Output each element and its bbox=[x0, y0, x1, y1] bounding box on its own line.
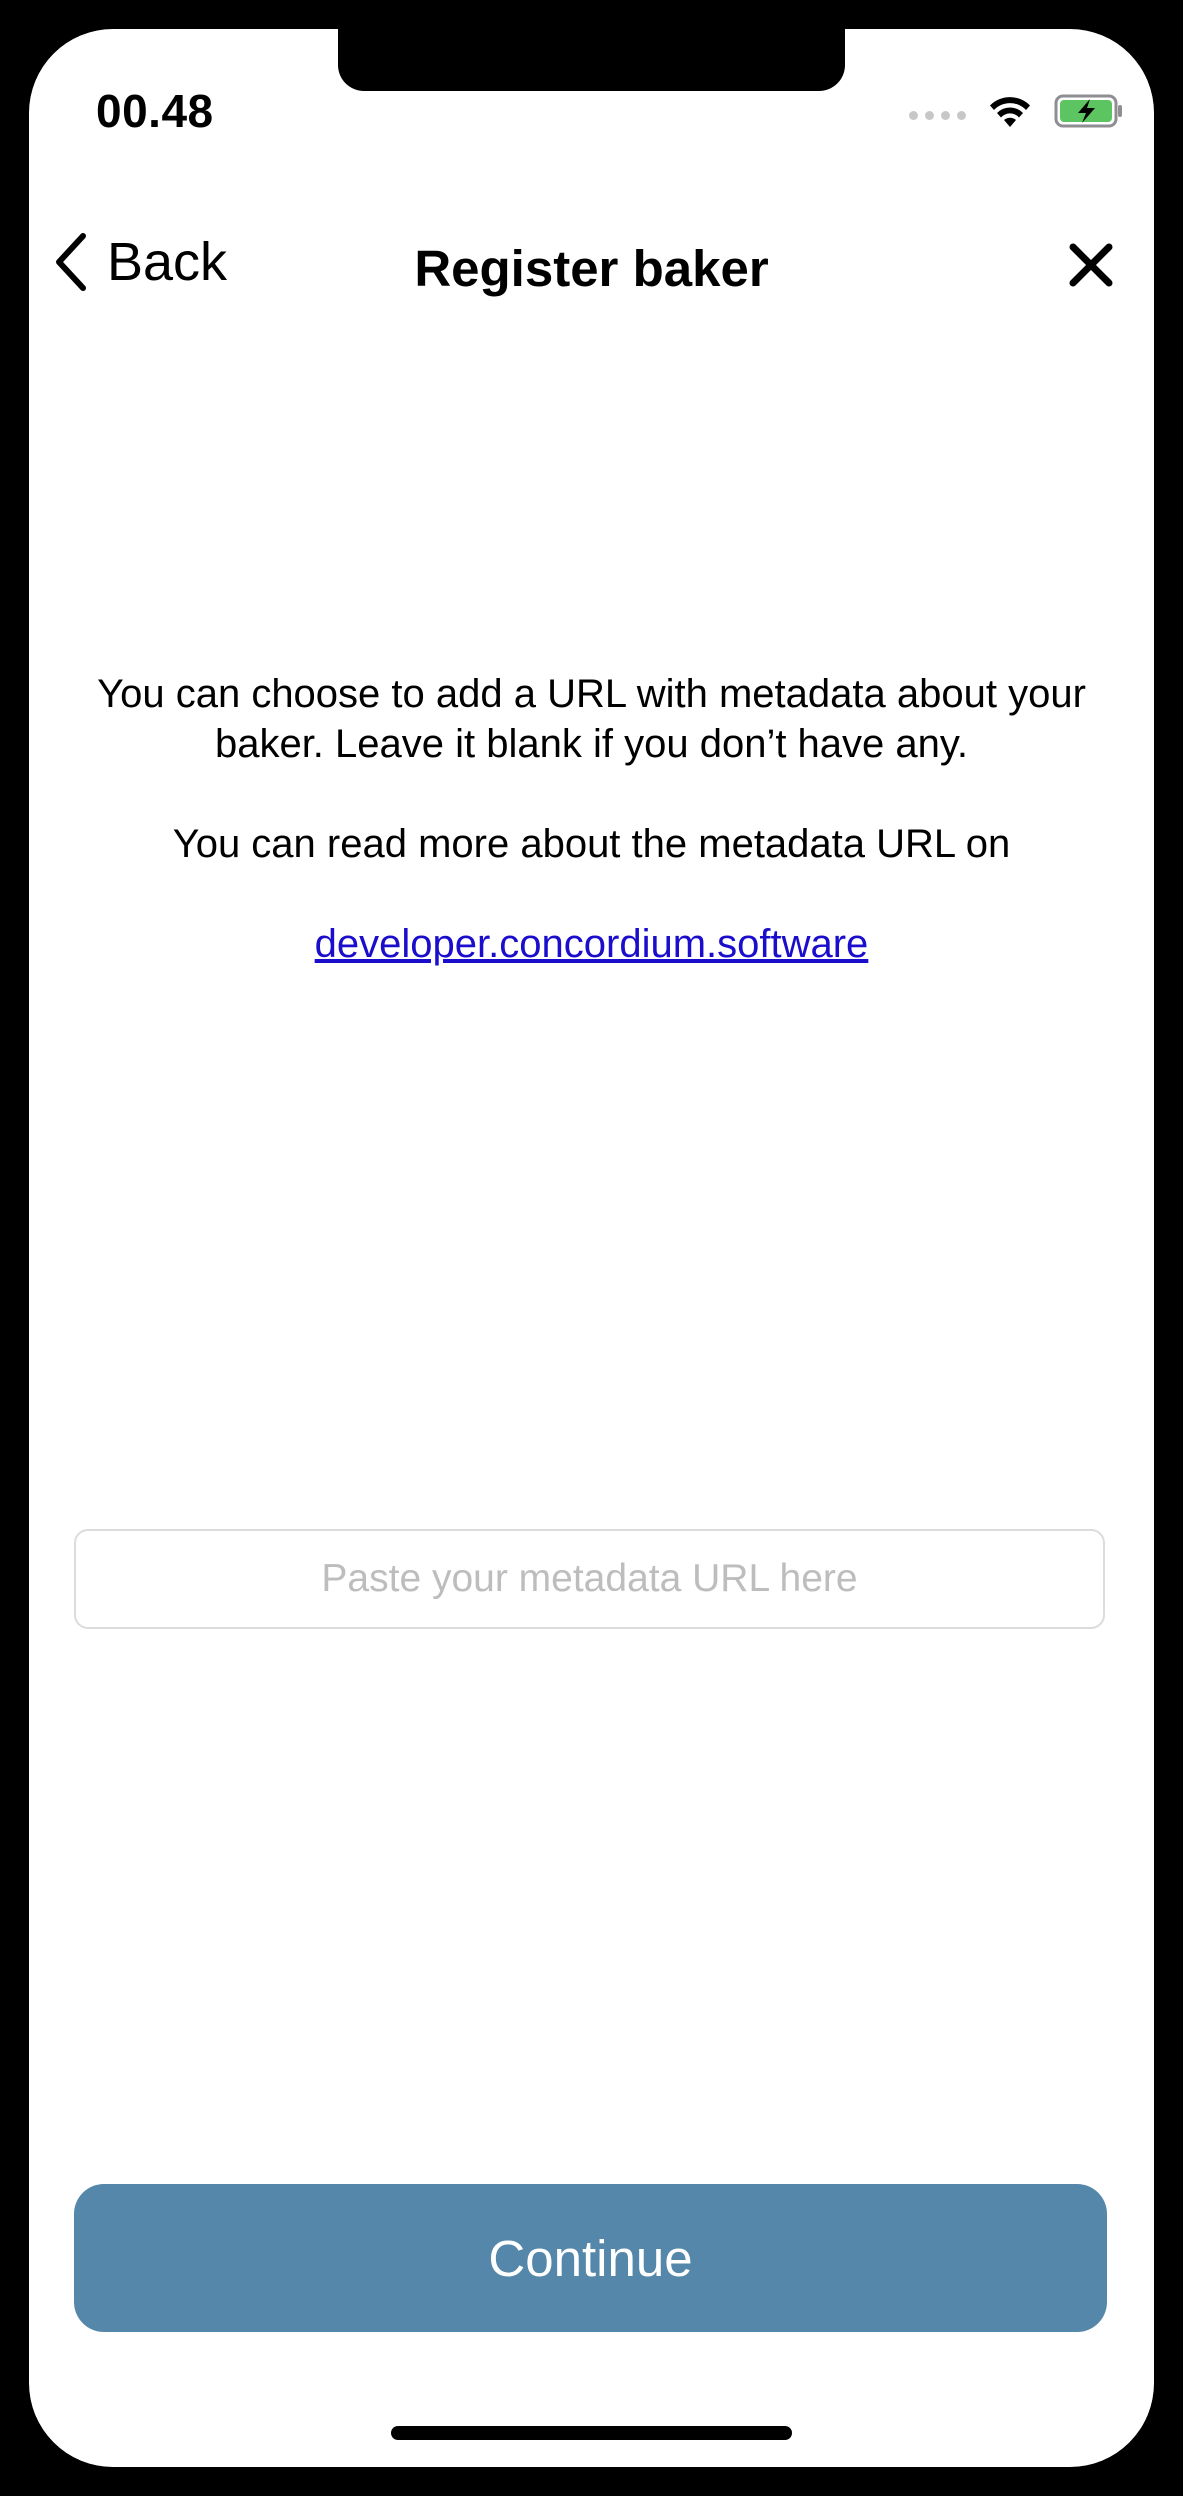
close-button[interactable] bbox=[1068, 242, 1114, 288]
navigation-bar: Back Register baker bbox=[29, 209, 1154, 319]
phone-frame: 00.48 Back Register baker You can choose… bbox=[0, 0, 1183, 2496]
device-notch bbox=[338, 29, 845, 91]
page-title: Register baker bbox=[414, 240, 769, 297]
close-icon bbox=[1069, 243, 1113, 287]
app-screen: 00.48 Back Register baker You can choose… bbox=[29, 29, 1154, 2467]
info-paragraph: You can choose to add a URL with metadat… bbox=[97, 672, 1086, 766]
home-indicator bbox=[391, 2426, 792, 2440]
status-icons bbox=[909, 91, 1124, 131]
continue-button[interactable]: Continue bbox=[74, 2184, 1107, 2332]
info-paragraph-more: You can read more about the metadata URL… bbox=[172, 822, 1011, 866]
wifi-icon bbox=[990, 97, 1030, 127]
cellular-signal-icon bbox=[909, 110, 966, 120]
metadata-info: You can choose to add a URL with metadat… bbox=[89, 669, 1094, 969]
status-time: 00.48 bbox=[96, 85, 214, 137]
metadata-url-input[interactable] bbox=[74, 1529, 1105, 1629]
developer-docs-link[interactable]: developer.concordium.software bbox=[315, 919, 869, 969]
battery-charging-icon bbox=[1054, 94, 1122, 128]
